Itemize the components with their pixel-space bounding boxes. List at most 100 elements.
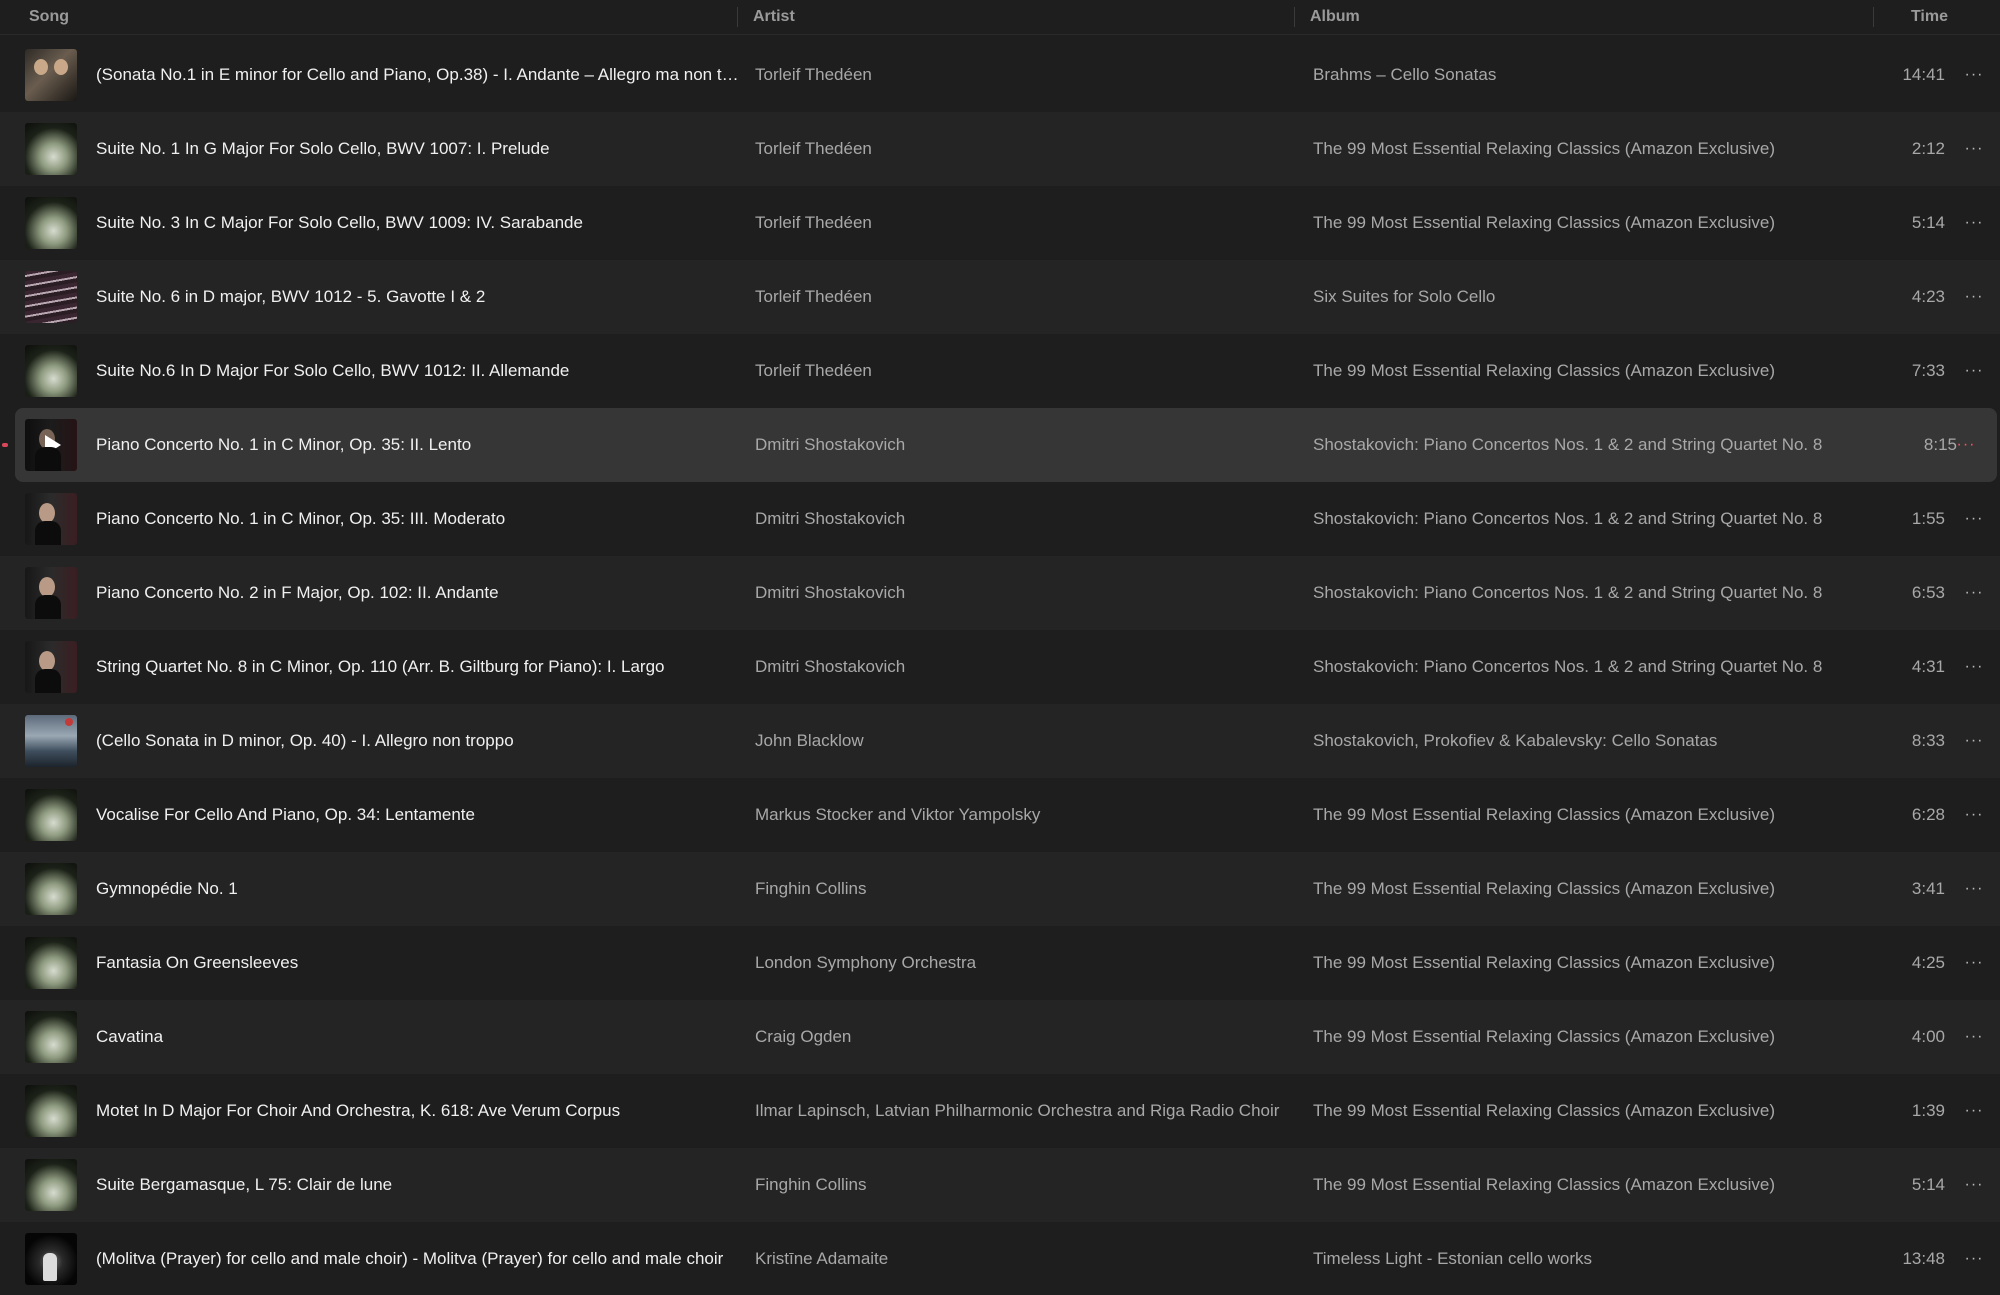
track-row[interactable]: (Cello Sonata in D minor, Op. 40) - I. A… <box>0 704 2000 778</box>
track-duration: 14:41 <box>1902 65 1945 84</box>
track-duration: 4:25 <box>1911 953 1945 972</box>
album-artwork[interactable] <box>25 1233 77 1285</box>
album-artwork[interactable] <box>25 567 77 619</box>
album-artwork[interactable] <box>25 789 77 841</box>
track-artist: Finghin Collins <box>755 879 867 898</box>
track-album: The 99 Most Essential Relaxing Classics … <box>1313 953 1776 972</box>
track-artist: Kristīne Adamaite <box>755 1249 889 1268</box>
album-artwork[interactable] <box>25 1159 77 1211</box>
track-duration: 6:28 <box>1911 805 1945 824</box>
more-options-icon[interactable]: ··· <box>1963 334 1985 408</box>
album-artwork[interactable] <box>25 345 77 397</box>
track-album: The 99 Most Essential Relaxing Classics … <box>1313 1101 1776 1120</box>
track-row[interactable]: Motet In D Major For Choir And Orchestra… <box>0 1074 2000 1148</box>
play-button[interactable] <box>25 419 77 471</box>
track-duration: 4:23 <box>1911 287 1945 306</box>
track-artist: John Blacklow <box>755 731 864 750</box>
track-title: Gymnopédie No. 1 <box>96 879 238 898</box>
column-header-song[interactable]: Song <box>29 0 69 34</box>
track-album: The 99 Most Essential Relaxing Classics … <box>1313 1027 1776 1046</box>
more-options-icon[interactable]: ··· <box>1963 1148 1985 1222</box>
track-album: Timeless Light - Estonian cello works <box>1313 1249 1593 1268</box>
track-row[interactable]: Suite Bergamasque, L 75: Clair de lune Fi… <box>0 1148 2000 1222</box>
track-artist: Torleif Thedéen <box>755 361 872 380</box>
track-row[interactable]: Suite No. 1 In G Major For Solo Cello, B… <box>0 112 2000 186</box>
track-row[interactable]: String Quartet No. 8 in C Minor, Op. 110… <box>0 630 2000 704</box>
track-title: Suite No. 1 In G Major For Solo Cello, B… <box>96 139 550 158</box>
track-title: (Cello Sonata in D minor, Op. 40) - I. A… <box>96 731 514 750</box>
track-row[interactable]: Piano Concerto No. 1 in C Minor, Op. 35:… <box>2 408 1997 482</box>
album-artwork[interactable] <box>25 493 77 545</box>
track-title: Motet In D Major For Choir And Orchestra… <box>96 1101 621 1120</box>
track-row[interactable]: Vocalise For Cello And Piano, Op. 34: Le… <box>0 778 2000 852</box>
track-album: The 99 Most Essential Relaxing Classics … <box>1313 139 1776 158</box>
column-divider[interactable] <box>1294 7 1295 27</box>
track-title: Suite Bergamasque, L 75: Clair de lune <box>96 1175 393 1194</box>
album-artwork[interactable] <box>25 641 77 693</box>
track-duration: 5:14 <box>1911 213 1945 232</box>
track-row[interactable]: Cavatina Craig Ogden The 99 Most Essential… <box>0 1000 2000 1074</box>
track-row[interactable]: (Sonata No.1 in E minor for Cello and Pi… <box>0 38 2000 112</box>
track-duration: 1:55 <box>1911 509 1945 528</box>
track-artist: Finghin Collins <box>755 1175 867 1194</box>
more-options-icon[interactable]: ··· <box>1963 38 1985 112</box>
album-artwork[interactable] <box>25 1011 77 1063</box>
track-duration: 2:12 <box>1911 139 1945 158</box>
more-options-icon[interactable]: ··· <box>1963 186 1985 260</box>
more-options-icon[interactable]: ··· <box>1963 852 1985 926</box>
more-options-icon[interactable]: ··· <box>1963 556 1985 630</box>
track-artist: Dmitri Shostakovich <box>755 509 906 528</box>
more-options-icon[interactable]: ··· <box>1963 1000 1985 1074</box>
track-album: Shostakovich: Piano Concertos Nos. 1 & 2… <box>1313 657 1823 676</box>
album-artwork[interactable] <box>25 271 77 323</box>
track-duration: 4:31 <box>1911 657 1945 676</box>
track-title: (Sonata No.1 in E minor for Cello and Pi… <box>96 65 744 84</box>
track-row[interactable]: Suite No. 6 in D major, BWV 1012 - 5. Ga… <box>0 260 2000 334</box>
track-title: Piano Concerto No. 2 in F Major, Op. 102… <box>96 583 499 602</box>
more-options-icon[interactable]: ··· <box>1963 704 1985 778</box>
album-artwork[interactable] <box>25 123 77 175</box>
more-options-icon[interactable]: ··· <box>1963 482 1985 556</box>
column-header-bar: Song Artist Album Time <box>0 0 2000 35</box>
album-artwork[interactable] <box>25 863 77 915</box>
track-row[interactable]: Piano Concerto No. 2 in F Major, Op. 102… <box>0 556 2000 630</box>
track-title: Suite No. 6 in D major, BWV 1012 - 5. Ga… <box>96 287 486 306</box>
album-artwork[interactable] <box>25 419 77 471</box>
track-row[interactable]: Fantasia On Greensleeves London Symphony … <box>0 926 2000 1000</box>
more-options-icon[interactable]: ··· <box>1955 408 1977 482</box>
track-duration: 4:00 <box>1911 1027 1945 1046</box>
more-options-icon[interactable]: ··· <box>1963 1222 1985 1295</box>
column-header-album[interactable]: Album <box>1310 0 1360 34</box>
album-artwork[interactable] <box>25 49 77 101</box>
track-album: The 99 Most Essential Relaxing Classics … <box>1313 879 1776 898</box>
track-artist: Dmitri Shostakovich <box>755 583 906 602</box>
track-artist: Torleif Thedéen <box>755 65 872 84</box>
now-playing-indicator <box>2 443 8 447</box>
album-artwork[interactable] <box>25 715 77 767</box>
column-divider[interactable] <box>737 7 738 27</box>
column-header-artist[interactable]: Artist <box>753 0 795 34</box>
track-title: Fantasia On Greensleeves <box>96 953 299 972</box>
more-options-icon[interactable]: ··· <box>1963 630 1985 704</box>
track-row[interactable]: Gymnopédie No. 1 Finghin Collins The 99 Mo… <box>0 852 2000 926</box>
album-artwork[interactable] <box>25 937 77 989</box>
track-album: Shostakovich: Piano Concertos Nos. 1 & 2… <box>1313 435 1823 454</box>
more-options-icon[interactable]: ··· <box>1963 1074 1985 1148</box>
track-title: Piano Concerto No. 1 in C Minor, Op. 35:… <box>96 435 472 454</box>
track-row[interactable]: Suite No. 3 In C Major For Solo Cello, B… <box>0 186 2000 260</box>
track-title: (Molitva (Prayer) for cello and male cho… <box>96 1249 724 1268</box>
more-options-icon[interactable]: ··· <box>1963 112 1985 186</box>
column-divider[interactable] <box>1873 7 1874 27</box>
track-row[interactable]: (Molitva (Prayer) for cello and male cho… <box>0 1222 2000 1295</box>
track-row[interactable]: Piano Concerto No. 1 in C Minor, Op. 35:… <box>0 482 2000 556</box>
track-row[interactable]: Suite No.6 In D Major For Solo Cello, BW… <box>0 334 2000 408</box>
more-options-icon[interactable]: ··· <box>1963 926 1985 1000</box>
album-artwork[interactable] <box>25 1085 77 1137</box>
album-artwork[interactable] <box>25 197 77 249</box>
more-options-icon[interactable]: ··· <box>1963 778 1985 852</box>
track-duration: 7:33 <box>1911 361 1945 380</box>
track-artist: Torleif Thedéen <box>755 287 872 306</box>
more-options-icon[interactable]: ··· <box>1963 260 1985 334</box>
column-header-time[interactable]: Time <box>1911 0 1948 34</box>
track-artist: Torleif Thedéen <box>755 139 872 158</box>
